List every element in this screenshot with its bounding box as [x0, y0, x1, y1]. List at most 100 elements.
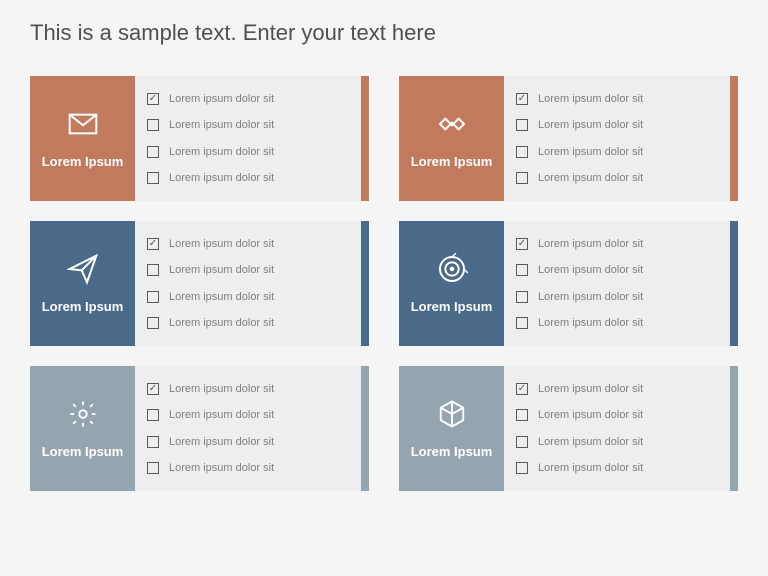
item-text: Lorem ipsum dolor sit	[538, 238, 643, 250]
checkbox-icon	[147, 409, 159, 421]
checkbox-icon	[516, 462, 528, 474]
list-item: Lorem ipsum dolor sit	[516, 317, 718, 329]
card-accent	[361, 366, 369, 491]
list-item: ✓ Lorem ipsum dolor sit	[516, 238, 718, 250]
list-item: ✓ Lorem ipsum dolor sit	[147, 238, 349, 250]
item-text: Lorem ipsum dolor sit	[169, 119, 274, 131]
card: Lorem Ipsum ✓ Lorem ipsum dolor sit Lorem…	[30, 366, 369, 491]
card-header: Lorem Ipsum	[399, 221, 504, 346]
list-item: Lorem ipsum dolor sit	[147, 264, 349, 276]
checkbox-icon: ✓	[147, 93, 159, 105]
card-accent	[361, 221, 369, 346]
checkbox-icon	[147, 172, 159, 184]
list-item: Lorem ipsum dolor sit	[147, 146, 349, 158]
card-label: Lorem Ipsum	[42, 299, 124, 316]
list-item: Lorem ipsum dolor sit	[147, 291, 349, 303]
item-text: Lorem ipsum dolor sit	[538, 317, 643, 329]
checkbox-icon	[516, 264, 528, 276]
item-text: Lorem ipsum dolor sit	[538, 172, 643, 184]
card-label: Lorem Ipsum	[411, 444, 493, 461]
checkbox-icon	[516, 291, 528, 303]
checkbox-icon	[147, 119, 159, 131]
checkbox-icon	[147, 291, 159, 303]
card-header: Lorem Ipsum	[30, 221, 135, 346]
handshake-icon	[434, 106, 470, 142]
card-label: Lorem Ipsum	[42, 154, 124, 171]
item-text: Lorem ipsum dolor sit	[169, 317, 274, 329]
item-text: Lorem ipsum dolor sit	[538, 291, 643, 303]
checkbox-icon: ✓	[147, 383, 159, 395]
list-item: Lorem ipsum dolor sit	[147, 119, 349, 131]
card-accent	[361, 76, 369, 201]
card-body: ✓ Lorem ipsum dolor sit Lorem ipsum dolor…	[135, 76, 361, 201]
checkbox-icon: ✓	[516, 383, 528, 395]
list-item: Lorem ipsum dolor sit	[516, 264, 718, 276]
list-item: Lorem ipsum dolor sit	[516, 172, 718, 184]
item-text: Lorem ipsum dolor sit	[169, 238, 274, 250]
checkbox-icon	[516, 146, 528, 158]
target-icon	[434, 251, 470, 287]
list-item: Lorem ipsum dolor sit	[147, 317, 349, 329]
checkbox-icon	[516, 317, 528, 329]
card-header: Lorem Ipsum	[399, 76, 504, 201]
list-item: ✓ Lorem ipsum dolor sit	[147, 383, 349, 395]
checkbox-icon: ✓	[147, 238, 159, 250]
list-item: Lorem ipsum dolor sit	[516, 436, 718, 448]
card-body: ✓ Lorem ipsum dolor sit Lorem ipsum dolor…	[504, 221, 730, 346]
envelope-icon	[65, 106, 101, 142]
list-item: Lorem ipsum dolor sit	[147, 436, 349, 448]
card-accent	[730, 221, 738, 346]
item-text: Lorem ipsum dolor sit	[538, 436, 643, 448]
card-body: ✓ Lorem ipsum dolor sit Lorem ipsum dolor…	[135, 221, 361, 346]
item-text: Lorem ipsum dolor sit	[169, 462, 274, 474]
item-text: Lorem ipsum dolor sit	[169, 291, 274, 303]
checkbox-icon	[147, 264, 159, 276]
card-body: ✓ Lorem ipsum dolor sit Lorem ipsum dolor…	[135, 366, 361, 491]
checkbox-icon	[516, 172, 528, 184]
card: Lorem Ipsum ✓ Lorem ipsum dolor sit Lorem…	[399, 366, 738, 491]
list-item: Lorem ipsum dolor sit	[516, 146, 718, 158]
item-text: Lorem ipsum dolor sit	[169, 146, 274, 158]
checkbox-icon: ✓	[516, 238, 528, 250]
card-label: Lorem Ipsum	[411, 299, 493, 316]
item-text: Lorem ipsum dolor sit	[538, 119, 643, 131]
list-item: ✓ Lorem ipsum dolor sit	[147, 93, 349, 105]
card-header: Lorem Ipsum	[399, 366, 504, 491]
item-text: Lorem ipsum dolor sit	[538, 146, 643, 158]
card-accent	[730, 76, 738, 201]
item-text: Lorem ipsum dolor sit	[538, 409, 643, 421]
list-item: Lorem ipsum dolor sit	[516, 462, 718, 474]
item-text: Lorem ipsum dolor sit	[169, 93, 274, 105]
checkbox-icon	[147, 462, 159, 474]
card: Lorem Ipsum ✓ Lorem ipsum dolor sit Lorem…	[30, 221, 369, 346]
checkbox-icon	[516, 436, 528, 448]
card-body: ✓ Lorem ipsum dolor sit Lorem ipsum dolor…	[504, 366, 730, 491]
item-text: Lorem ipsum dolor sit	[169, 383, 274, 395]
paper-plane-icon	[65, 251, 101, 287]
item-text: Lorem ipsum dolor sit	[538, 383, 643, 395]
list-item: Lorem ipsum dolor sit	[147, 462, 349, 474]
page-title: This is a sample text. Enter your text h…	[30, 20, 738, 46]
card-header: Lorem Ipsum	[30, 76, 135, 201]
item-text: Lorem ipsum dolor sit	[169, 172, 274, 184]
checkbox-icon	[147, 317, 159, 329]
gear-icon	[65, 396, 101, 432]
checkbox-icon	[147, 436, 159, 448]
card: Lorem Ipsum ✓ Lorem ipsum dolor sit Lorem…	[30, 76, 369, 201]
card-body: ✓Lorem ipsum dolor sit Lorem ipsum dolor…	[504, 76, 730, 201]
item-text: Lorem ipsum dolor sit	[538, 264, 643, 276]
card-label: Lorem Ipsum	[411, 154, 493, 171]
list-item: Lorem ipsum dolor sit	[147, 172, 349, 184]
checkbox-icon	[516, 409, 528, 421]
card-accent	[730, 366, 738, 491]
card-label: Lorem Ipsum	[42, 444, 124, 461]
list-item: Lorem ipsum dolor sit	[147, 409, 349, 421]
list-item: Lorem ipsum dolor sit	[516, 291, 718, 303]
checkbox-icon	[516, 119, 528, 131]
cube-icon	[434, 396, 470, 432]
card-grid: Lorem Ipsum ✓ Lorem ipsum dolor sit Lorem…	[30, 76, 738, 491]
list-item: Lorem ipsum dolor sit	[516, 409, 718, 421]
item-text: Lorem ipsum dolor sit	[538, 93, 643, 105]
item-text: Lorem ipsum dolor sit	[169, 264, 274, 276]
list-item: Lorem ipsum dolor sit	[516, 119, 718, 131]
